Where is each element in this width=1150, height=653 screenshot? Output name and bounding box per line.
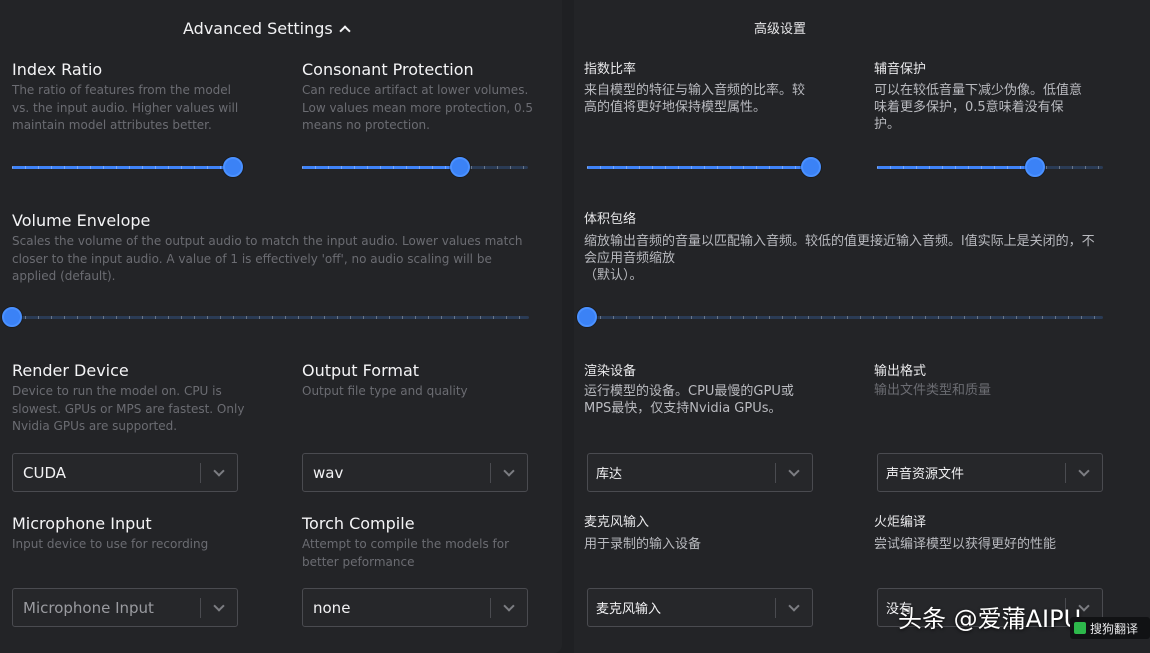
index-ratio-title: Index Ratio — [12, 60, 103, 79]
microphone-input-select-zh[interactable]: 麦克风输入 — [587, 588, 813, 627]
render-device-desc-zh: 运行模型的设备。CPU最慢的GPU或MPS最快，仅支持Nvidia GPUs。 — [584, 384, 794, 416]
volume-envelope-slider-thumb[interactable] — [2, 307, 22, 327]
render-device-desc: Device to run the model on. CPU is slowe… — [12, 384, 245, 433]
chevron-down-icon[interactable] — [491, 589, 527, 626]
torch-compile-value: none — [313, 598, 351, 617]
volume-envelope-slider[interactable] — [2, 307, 529, 327]
chevron-down-icon[interactable] — [776, 589, 812, 626]
index-ratio-desc-zh: 来自模型的特征与输入音频的比率。较高的值将更好地保持模型属性。 — [584, 83, 806, 115]
output-format-select[interactable]: wav — [302, 453, 528, 492]
index-ratio-slider[interactable] — [12, 157, 244, 177]
torch-compile-title-zh: 火炬编译 — [874, 515, 927, 530]
microphone-input-title: Microphone Input — [12, 514, 152, 533]
volume-envelope-desc: Scales the volume of the output audio to… — [12, 234, 523, 283]
torch-compile-desc: Attempt to compile the models for better… — [302, 537, 510, 569]
render-device-title: Render Device — [12, 361, 129, 380]
consonant-protection-slider-thumb-zh[interactable] — [1025, 157, 1046, 177]
index-ratio-desc: The ratio of features from the model vs.… — [12, 83, 239, 132]
microphone-input-value-zh: 麦克风输入 — [596, 602, 662, 617]
output-format-value-zh: 声音资源文件 — [886, 467, 965, 482]
render-device-value: CUDA — [23, 463, 67, 482]
microphone-input-title-zh: 麦克风输入 — [584, 515, 650, 530]
chevron-down-icon[interactable] — [491, 454, 527, 491]
chevron-down-icon[interactable] — [201, 589, 237, 626]
render-device-title-zh: 渲染设备 — [584, 364, 637, 379]
volume-envelope-slider-zh[interactable] — [577, 307, 1103, 327]
index-ratio-slider-thumb-zh[interactable] — [800, 157, 821, 177]
output-format-select-zh[interactable]: 声音资源文件 — [877, 453, 1103, 492]
translation-badge: 搜狗翻译 — [1070, 617, 1150, 639]
volume-envelope-slider-thumb-zh[interactable] — [577, 307, 597, 327]
chevron-down-icon[interactable] — [1066, 454, 1102, 491]
advanced-settings-toggle[interactable]: Advanced Settings — [183, 19, 351, 38]
torch-compile-desc-zh: 尝试编译模型以获得更好的性能 — [874, 537, 1057, 552]
output-format-title-zh: 输出格式 — [874, 364, 927, 379]
volume-envelope-title: Volume Envelope — [12, 211, 151, 230]
chevron-down-icon[interactable] — [776, 454, 812, 491]
consonant-protection-desc-zh: 可以在较低音量下减少伪像。低值意味着更多保护，0.5意味着没有保护。 — [874, 83, 1083, 132]
translation-badge-label: 搜狗翻译 — [1090, 621, 1139, 636]
render-device-select-zh[interactable]: 库达 — [587, 453, 813, 492]
consonant-protection-desc: Can reduce artifact at lower volumes. Lo… — [302, 83, 534, 132]
index-ratio-slider-zh[interactable] — [587, 157, 821, 177]
volume-envelope-desc-zh: 缩放输出音频的音量以匹配输入音频。较低的值更接近输入音频。l值实际上是关闭的，不… — [584, 234, 1095, 283]
render-device-select[interactable]: CUDA — [12, 453, 238, 492]
chevron-up-icon — [339, 24, 351, 37]
consonant-protection-slider[interactable] — [302, 157, 528, 177]
consonant-protection-title-zh: 辅音保护 — [874, 62, 927, 77]
microphone-input-select[interactable]: Microphone Input — [12, 588, 238, 627]
sogou-logo-icon — [1074, 622, 1086, 634]
output-format-value: wav — [313, 463, 344, 482]
index-ratio-title-zh: 指数比率 — [584, 62, 637, 77]
microphone-input-value: Microphone Input — [23, 598, 154, 617]
output-format-desc-zh: 输出文件类型和质量 — [874, 383, 992, 398]
torch-compile-title: Torch Compile — [302, 514, 415, 533]
chevron-down-icon[interactable] — [201, 454, 237, 491]
consonant-protection-title: Consonant Protection — [302, 60, 474, 79]
advanced-settings-label-zh: 高级设置 — [754, 22, 807, 37]
output-format-desc: Output file type and quality — [302, 384, 468, 398]
output-format-title: Output Format — [302, 361, 420, 380]
advanced-settings-label: Advanced Settings — [183, 19, 333, 38]
torch-compile-select[interactable]: none — [302, 588, 528, 627]
volume-envelope-title-zh: 体积包络 — [584, 212, 637, 227]
microphone-input-desc-zh: 用于录制的输入设备 — [584, 537, 702, 552]
microphone-input-desc: Input device to use for recording — [12, 537, 209, 551]
consonant-protection-slider-zh[interactable] — [877, 157, 1103, 177]
render-device-value-zh: 库达 — [596, 467, 623, 482]
watermark: 头条 @爱蒲AIPU — [898, 605, 1082, 633]
consonant-protection-slider-thumb[interactable] — [450, 157, 471, 177]
